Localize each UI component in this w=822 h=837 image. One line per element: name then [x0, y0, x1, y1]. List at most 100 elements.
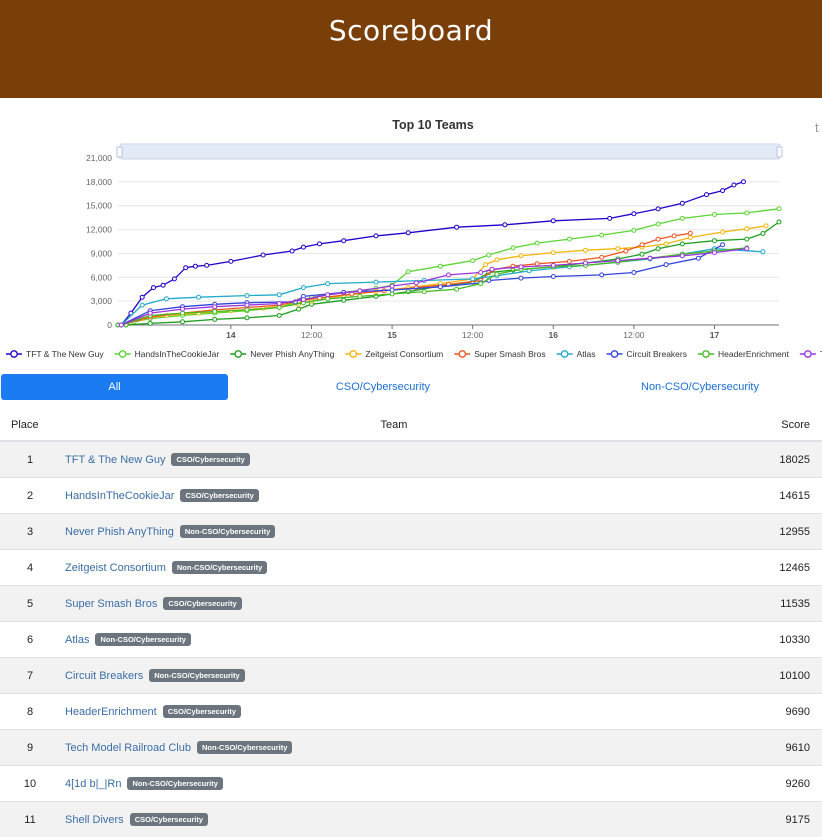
place-cell: 8 — [0, 694, 59, 730]
table-row: 11Shell DiversCSO/Cybersecurity9175 — [0, 802, 822, 837]
legend-swatch-marker[interactable] — [350, 351, 356, 357]
table-header-row: Place Team Score — [0, 410, 822, 441]
legend-swatch-marker[interactable] — [119, 351, 125, 357]
score-cell: 14615 — [729, 478, 822, 514]
y-tick-label: 3,000 — [91, 296, 113, 306]
zoom-handle-left[interactable] — [117, 147, 122, 157]
series-point — [696, 256, 700, 260]
series-point — [608, 216, 612, 220]
team-link[interactable]: Atlas — [65, 634, 89, 646]
team-link[interactable]: 4[1d b|_|Rn — [65, 778, 121, 790]
series-point — [761, 250, 765, 254]
series-point — [245, 303, 249, 307]
series-point — [181, 320, 185, 324]
y-tick-label: 12,000 — [86, 225, 112, 235]
team-link[interactable]: Super Smash Bros — [65, 598, 157, 610]
legend-swatch-marker[interactable] — [459, 351, 465, 357]
series-point — [318, 242, 322, 246]
zoom-slider-range[interactable] — [120, 145, 780, 158]
series-point — [447, 273, 451, 277]
y-tick-label: 21,000 — [86, 153, 112, 163]
legend-item-label[interactable]: Super Smash Bros — [474, 349, 545, 359]
bracket-badge: Non-CSO/Cybersecurity — [127, 777, 222, 790]
team-link[interactable]: Circuit Breakers — [65, 670, 143, 682]
series-point — [161, 283, 165, 287]
series-point — [205, 263, 209, 267]
legend-swatch-marker[interactable] — [235, 351, 241, 357]
series-point — [148, 311, 152, 315]
team-link[interactable]: Never Phish AnyThing — [65, 526, 174, 538]
filter-noncso-button[interactable]: Non-CSO/Cybersecurity — [600, 374, 800, 400]
scoreboard-table: Place Team Score 1TFT & The New GuyCSO/C… — [0, 410, 822, 837]
chart-toolbox-icon[interactable]: t — [815, 120, 819, 135]
series-point — [503, 223, 507, 227]
series-point — [140, 295, 144, 299]
table-row: 104[1d b|_|RnNon-CSO/Cybersecurity9260 — [0, 766, 822, 802]
legend-item-label[interactable]: HandsInTheCookieJar — [135, 349, 220, 359]
series-point — [567, 237, 571, 241]
filter-cso-button[interactable]: CSO/Cybersecurity — [283, 374, 483, 400]
legend-item-label[interactable]: TFT & The New Guy — [26, 349, 104, 359]
series-point — [648, 256, 652, 260]
series-point — [487, 253, 491, 257]
legend-item-label[interactable]: Atlas — [577, 349, 596, 359]
series-point — [301, 245, 305, 249]
legend-swatch-marker[interactable] — [611, 351, 617, 357]
x-tick-label: 17 — [710, 330, 720, 340]
series-point — [600, 273, 604, 277]
series-point — [721, 230, 725, 234]
series-point — [761, 232, 765, 236]
place-cell: 7 — [0, 658, 59, 694]
table-body: 1TFT & The New GuyCSO/Cybersecurity18025… — [0, 441, 822, 837]
legend-swatch-marker[interactable] — [11, 351, 17, 357]
legend-swatch-marker[interactable] — [805, 351, 811, 357]
series-point — [484, 263, 488, 267]
team-cell: Shell DiversCSO/Cybersecurity — [59, 802, 729, 837]
team-link[interactable]: HeaderEnrichment — [65, 706, 157, 718]
series-point — [551, 251, 555, 255]
series-point — [624, 249, 628, 253]
series-point — [551, 275, 555, 279]
legend-swatch-marker[interactable] — [703, 351, 709, 357]
series-point — [535, 241, 539, 245]
series-point — [745, 227, 749, 231]
score-cell: 9690 — [729, 694, 822, 730]
legend-item-label[interactable]: Circuit Breakers — [627, 349, 687, 359]
series-point — [184, 266, 188, 270]
series-point — [656, 237, 660, 241]
series-point — [680, 201, 684, 205]
place-cell: 9 — [0, 730, 59, 766]
legend-swatch-marker[interactable] — [561, 351, 567, 357]
team-link[interactable]: Tech Model Railroad Club — [65, 742, 191, 754]
place-cell: 2 — [0, 478, 59, 514]
series-point — [119, 323, 123, 327]
series-point — [527, 269, 531, 273]
bracket-badge: CSO/Cybersecurity — [180, 489, 258, 502]
legend-item-label[interactable]: Zeitgeist Consortium — [365, 349, 443, 359]
filter-all-button[interactable]: All — [1, 374, 228, 400]
bracket-badge: CSO/Cybersecurity — [163, 705, 241, 718]
page-header: Scoreboard — [0, 0, 822, 98]
series-point — [713, 213, 717, 217]
team-link[interactable]: HandsInTheCookieJar — [65, 490, 174, 502]
team-link[interactable]: Zeitgeist Consortium — [65, 562, 166, 574]
y-tick-label: 15,000 — [86, 201, 112, 211]
x-tick-label: 16 — [549, 330, 559, 340]
series-point — [713, 239, 717, 243]
series-point — [640, 252, 644, 256]
legend-item-label[interactable]: HeaderEnrichment — [718, 349, 790, 359]
series-point — [705, 193, 709, 197]
series-point — [656, 207, 660, 211]
team-cell: Tech Model Railroad Club Non-CSO/Cybersec… — [59, 730, 729, 766]
series-point — [688, 231, 692, 235]
series-point — [390, 284, 394, 288]
bracket-badge: Non-CSO/Cybersecurity — [197, 741, 292, 754]
series-point — [245, 316, 249, 320]
series-point — [632, 271, 636, 275]
zoom-handle-right[interactable] — [777, 147, 782, 157]
legend-item-label[interactable]: Never Phish AnyThing — [250, 349, 334, 359]
series-point — [672, 234, 676, 238]
series-point — [406, 270, 410, 274]
team-link[interactable]: Shell Divers — [65, 814, 124, 826]
team-link[interactable]: TFT & The New Guy — [65, 454, 165, 466]
